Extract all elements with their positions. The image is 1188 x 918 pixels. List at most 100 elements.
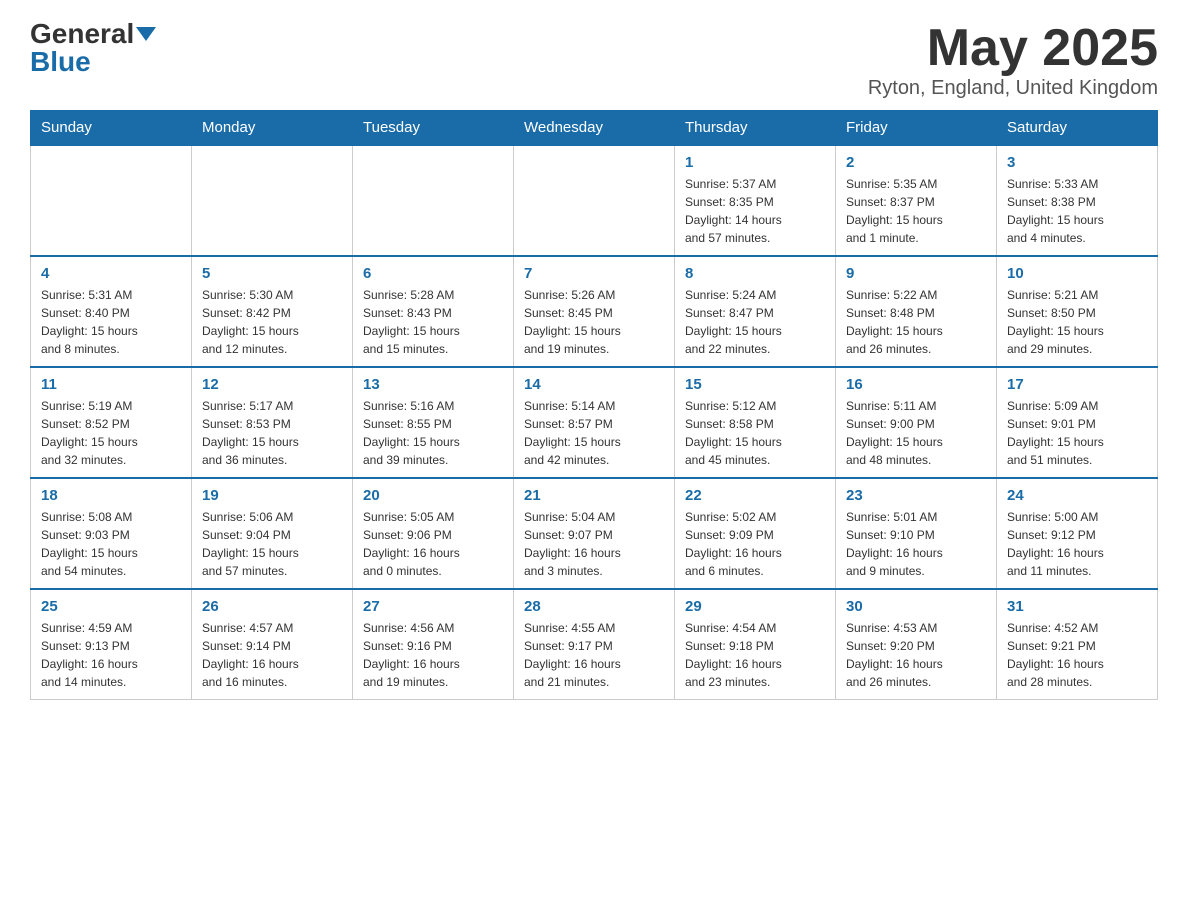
day-cell: 25Sunrise: 4:59 AM Sunset: 9:13 PM Dayli…: [31, 589, 192, 700]
day-info: Sunrise: 5:08 AM Sunset: 9:03 PM Dayligh…: [41, 508, 181, 580]
day-info: Sunrise: 5:11 AM Sunset: 9:00 PM Dayligh…: [846, 397, 986, 469]
week-row-3: 11 Sunrise: 5:19 AM Sunset: 8:52 PM Dayli…: [31, 367, 1158, 478]
day-number: 26: [202, 598, 342, 615]
col-header-tuesday: Tuesday: [353, 111, 514, 146]
title-area: May 2025 Ryton, England, United Kingdom: [868, 20, 1158, 100]
day-info: Sunrise: 4:57 AM Sunset: 9:14 PM Dayligh…: [202, 619, 342, 691]
day-cell: 31 Sunrise: 4:52 AM Sunset: 9:21 PM Dayli…: [997, 589, 1158, 700]
logo: General Blue: [30, 20, 156, 76]
day-info: Sunrise: 5:24 AM Sunset: 8:47 PM Dayligh…: [685, 286, 825, 358]
day-number: 30: [846, 598, 986, 615]
day-cell: 12 Sunrise: 5:17 AM Sunset: 8:53 PM Dayli…: [192, 367, 353, 478]
day-number: 13: [363, 376, 503, 393]
day-cell: 18 Sunrise: 5:08 AM Sunset: 9:03 PM Dayli…: [31, 478, 192, 589]
day-cell: 21 Sunrise: 5:04 AM Sunset: 9:07 PM Dayli…: [514, 478, 675, 589]
col-header-monday: Monday: [192, 111, 353, 146]
day-info: Sunrise: 5:06 AM Sunset: 9:04 PM Dayligh…: [202, 508, 342, 580]
day-cell: 15 Sunrise: 5:12 AM Sunset: 8:58 PM Dayli…: [675, 367, 836, 478]
day-number: 9: [846, 265, 986, 282]
day-number: 15: [685, 376, 825, 393]
day-cell: 3 Sunrise: 5:33 AM Sunset: 8:38 PM Daylig…: [997, 145, 1158, 256]
day-info: Sunrise: 5:33 AM Sunset: 8:38 PM Dayligh…: [1007, 175, 1147, 247]
day-info: Sunrise: 4:52 AM Sunset: 9:21 PM Dayligh…: [1007, 619, 1147, 691]
month-title: May 2025: [868, 20, 1158, 77]
day-cell: 29 Sunrise: 4:54 AM Sunset: 9:18 PM Dayli…: [675, 589, 836, 700]
week-row-4: 18 Sunrise: 5:08 AM Sunset: 9:03 PM Dayli…: [31, 478, 1158, 589]
page-header: General Blue May 2025 Ryton, England, Un…: [30, 20, 1158, 100]
day-cell: 7Sunrise: 5:26 AM Sunset: 8:45 PM Daylig…: [514, 256, 675, 367]
day-info: Sunrise: 5:05 AM Sunset: 9:06 PM Dayligh…: [363, 508, 503, 580]
day-info: Sunrise: 5:00 AM Sunset: 9:12 PM Dayligh…: [1007, 508, 1147, 580]
day-cell: 8 Sunrise: 5:24 AM Sunset: 8:47 PM Daylig…: [675, 256, 836, 367]
day-cell: 17 Sunrise: 5:09 AM Sunset: 9:01 PM Dayli…: [997, 367, 1158, 478]
day-number: 11: [41, 376, 181, 393]
day-info: Sunrise: 5:35 AM Sunset: 8:37 PM Dayligh…: [846, 175, 986, 247]
week-row-1: 1Sunrise: 5:37 AM Sunset: 8:35 PM Daylig…: [31, 145, 1158, 256]
day-cell: 26 Sunrise: 4:57 AM Sunset: 9:14 PM Dayli…: [192, 589, 353, 700]
day-info: Sunrise: 5:28 AM Sunset: 8:43 PM Dayligh…: [363, 286, 503, 358]
day-number: 17: [1007, 376, 1147, 393]
day-info: Sunrise: 4:54 AM Sunset: 9:18 PM Dayligh…: [685, 619, 825, 691]
day-cell: 13 Sunrise: 5:16 AM Sunset: 8:55 PM Dayli…: [353, 367, 514, 478]
day-info: Sunrise: 5:04 AM Sunset: 9:07 PM Dayligh…: [524, 508, 664, 580]
day-number: 4: [41, 265, 181, 282]
day-number: 27: [363, 598, 503, 615]
day-number: 29: [685, 598, 825, 615]
day-number: 2: [846, 154, 986, 171]
day-info: Sunrise: 5:30 AM Sunset: 8:42 PM Dayligh…: [202, 286, 342, 358]
day-number: 3: [1007, 154, 1147, 171]
day-cell: [31, 145, 192, 256]
day-number: 25: [41, 598, 181, 615]
day-cell: 10 Sunrise: 5:21 AM Sunset: 8:50 PM Dayli…: [997, 256, 1158, 367]
day-cell: 1Sunrise: 5:37 AM Sunset: 8:35 PM Daylig…: [675, 145, 836, 256]
col-header-friday: Friday: [836, 111, 997, 146]
day-number: 20: [363, 487, 503, 504]
day-cell: 20 Sunrise: 5:05 AM Sunset: 9:06 PM Dayli…: [353, 478, 514, 589]
day-info: Sunrise: 4:55 AM Sunset: 9:17 PM Dayligh…: [524, 619, 664, 691]
day-info: Sunrise: 5:09 AM Sunset: 9:01 PM Dayligh…: [1007, 397, 1147, 469]
day-number: 12: [202, 376, 342, 393]
day-number: 23: [846, 487, 986, 504]
day-cell: [514, 145, 675, 256]
day-cell: 24 Sunrise: 5:00 AM Sunset: 9:12 PM Dayli…: [997, 478, 1158, 589]
day-number: 6: [363, 265, 503, 282]
day-cell: 11 Sunrise: 5:19 AM Sunset: 8:52 PM Dayli…: [31, 367, 192, 478]
day-number: 7: [524, 265, 664, 282]
day-number: 14: [524, 376, 664, 393]
day-info: Sunrise: 5:12 AM Sunset: 8:58 PM Dayligh…: [685, 397, 825, 469]
day-cell: 30 Sunrise: 4:53 AM Sunset: 9:20 PM Dayli…: [836, 589, 997, 700]
day-info: Sunrise: 5:17 AM Sunset: 8:53 PM Dayligh…: [202, 397, 342, 469]
day-number: 8: [685, 265, 825, 282]
day-info: Sunrise: 4:56 AM Sunset: 9:16 PM Dayligh…: [363, 619, 503, 691]
day-number: 28: [524, 598, 664, 615]
day-cell: 23 Sunrise: 5:01 AM Sunset: 9:10 PM Dayli…: [836, 478, 997, 589]
col-header-thursday: Thursday: [675, 111, 836, 146]
day-number: 21: [524, 487, 664, 504]
day-number: 1: [685, 154, 825, 171]
logo-general-text: General: [30, 20, 134, 48]
day-cell: 16Sunrise: 5:11 AM Sunset: 9:00 PM Dayli…: [836, 367, 997, 478]
day-info: Sunrise: 5:21 AM Sunset: 8:50 PM Dayligh…: [1007, 286, 1147, 358]
day-cell: 4Sunrise: 5:31 AM Sunset: 8:40 PM Daylig…: [31, 256, 192, 367]
logo-blue-text: Blue: [30, 48, 91, 76]
day-cell: 9Sunrise: 5:22 AM Sunset: 8:48 PM Daylig…: [836, 256, 997, 367]
day-cell: 19 Sunrise: 5:06 AM Sunset: 9:04 PM Dayli…: [192, 478, 353, 589]
calendar-table: SundayMondayTuesdayWednesdayThursdayFrid…: [30, 110, 1158, 700]
day-number: 31: [1007, 598, 1147, 615]
day-number: 19: [202, 487, 342, 504]
day-cell: 22Sunrise: 5:02 AM Sunset: 9:09 PM Dayli…: [675, 478, 836, 589]
day-number: 10: [1007, 265, 1147, 282]
day-number: 18: [41, 487, 181, 504]
day-cell: 5Sunrise: 5:30 AM Sunset: 8:42 PM Daylig…: [192, 256, 353, 367]
day-cell: [353, 145, 514, 256]
logo-arrow-icon: [136, 27, 156, 41]
day-number: 24: [1007, 487, 1147, 504]
day-info: Sunrise: 5:01 AM Sunset: 9:10 PM Dayligh…: [846, 508, 986, 580]
day-cell: [192, 145, 353, 256]
day-info: Sunrise: 5:02 AM Sunset: 9:09 PM Dayligh…: [685, 508, 825, 580]
day-cell: 2 Sunrise: 5:35 AM Sunset: 8:37 PM Daylig…: [836, 145, 997, 256]
day-info: Sunrise: 5:19 AM Sunset: 8:52 PM Dayligh…: [41, 397, 181, 469]
day-info: Sunrise: 4:53 AM Sunset: 9:20 PM Dayligh…: [846, 619, 986, 691]
day-cell: 28 Sunrise: 4:55 AM Sunset: 9:17 PM Dayli…: [514, 589, 675, 700]
day-info: Sunrise: 5:16 AM Sunset: 8:55 PM Dayligh…: [363, 397, 503, 469]
